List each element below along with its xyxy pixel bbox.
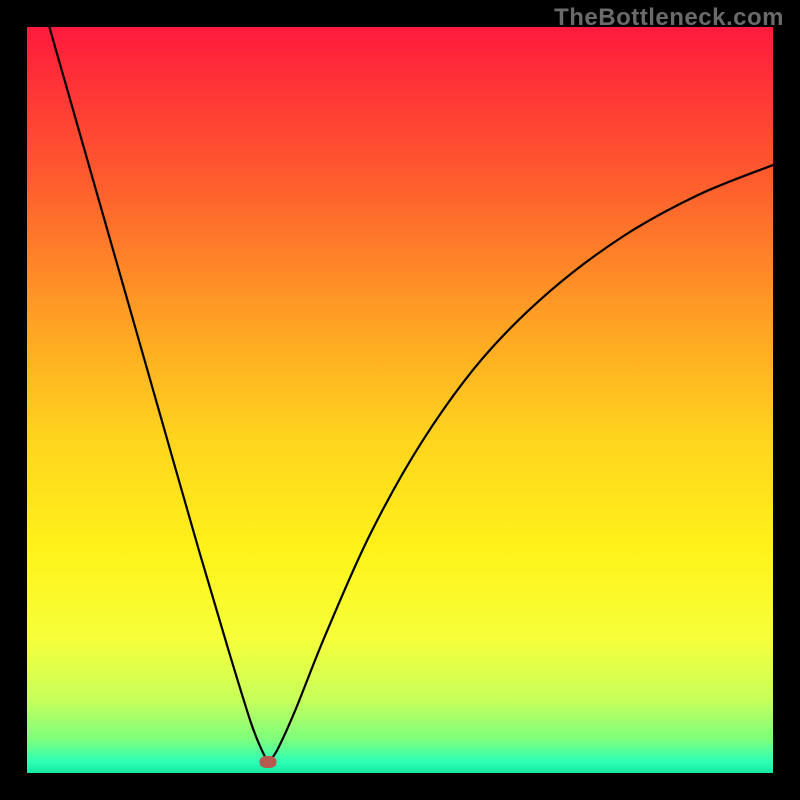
plot-svg [27,27,773,773]
chart-frame: TheBottleneck.com [0,0,800,800]
gradient-background [27,27,773,773]
minimum-marker [259,756,276,768]
watermark-text: TheBottleneck.com [554,4,784,32]
plot-area [27,27,773,773]
